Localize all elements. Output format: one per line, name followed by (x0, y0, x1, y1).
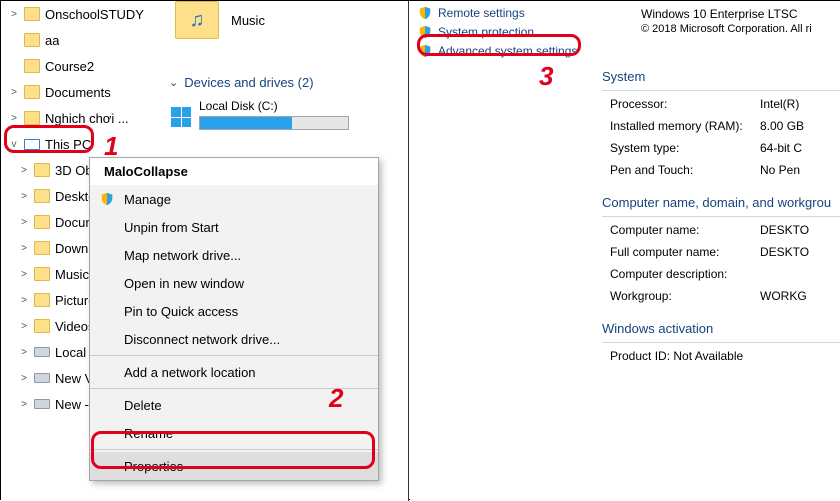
row-computer-name: Computer name:DESKTO (610, 223, 840, 245)
ctx-disconnect[interactable]: Disconnect network drive... (90, 325, 378, 353)
annotation-3: 3 (539, 61, 553, 92)
group-system: System (602, 69, 840, 84)
row-full-computer-name: Full computer name:DESKTO (610, 245, 840, 267)
pc-icon (24, 139, 40, 150)
link-remote-settings[interactable]: Remote settings (418, 3, 577, 22)
context-menu: MaloCollapse Manage Unpin from Start Map… (89, 157, 379, 481)
drive-usage-bar (199, 116, 349, 130)
drive-title: Local Disk (C:) (199, 99, 389, 113)
shield-icon (98, 192, 116, 206)
chevron-down-icon: ⌄ (169, 76, 178, 89)
system-properties-pane: Remote settings System protection Advanc… (410, 1, 840, 501)
music-folder-item[interactable]: ♫ Music (175, 1, 265, 39)
ctx-properties[interactable]: Properties (90, 452, 378, 480)
folder-icon (34, 163, 50, 177)
windows-icon (171, 107, 191, 127)
folder-icon (24, 7, 40, 21)
ctx-pin-quick[interactable]: Pin to Quick access (90, 297, 378, 325)
system-info: System Processor:Intel(R) Installed memo… (610, 65, 840, 371)
link-system-protection[interactable]: System protection (418, 22, 577, 41)
separator (90, 355, 378, 356)
shield-icon (418, 6, 432, 20)
group-activation: Windows activation (602, 321, 840, 336)
separator (602, 216, 840, 217)
row-ram: Installed memory (RAM):8.00 GB (610, 119, 840, 141)
row-processor: Processor:Intel(R) (610, 97, 840, 119)
disk-icon (34, 399, 50, 409)
folder-icon (24, 85, 40, 99)
explorer-pane: >OnschoolSTUDY aa Course2 >Documents >Ng… (1, 1, 409, 501)
separator (602, 90, 840, 91)
control-panel-links: Remote settings System protection Advanc… (418, 3, 577, 60)
folder-icon (24, 111, 40, 125)
music-note-icon: ♫ (190, 9, 205, 32)
ctx-open-new[interactable]: Open in new window (90, 269, 378, 297)
ctx-unpin[interactable]: Unpin from Start (90, 213, 378, 241)
windows-copyright: © 2018 Microsoft Corporation. All ri (641, 23, 840, 35)
row-system-type: System type:64-bit C (610, 141, 840, 163)
row-pen-touch: Pen and Touch:No Pen (610, 163, 840, 185)
nav-item-onschoolstudy[interactable]: >OnschoolSTUDY (1, 1, 159, 27)
ctx-rename[interactable]: Rename (90, 419, 378, 447)
nav-item-course2[interactable]: Course2 (1, 53, 159, 79)
annotation-1: 1 (104, 131, 118, 162)
folder-icon (34, 189, 50, 203)
music-folder-icon: ♫ (175, 1, 219, 39)
nav-item-aa[interactable]: aa (1, 27, 159, 53)
music-label: Music (231, 13, 265, 28)
nav-item-thispc[interactable]: vThis PC (1, 131, 159, 157)
row-product-id: Product ID: Not Available (610, 349, 840, 371)
row-workgroup: Workgroup:WORKG (610, 289, 840, 311)
ctx-map-drive[interactable]: Map network drive... (90, 241, 378, 269)
row-computer-desc: Computer description: (610, 267, 840, 289)
ctx-manage[interactable]: Manage (90, 185, 378, 213)
folder-icon (24, 59, 40, 73)
annotation-2: 2 (329, 383, 343, 414)
shield-icon (418, 44, 432, 58)
shield-icon (418, 25, 432, 39)
drive-item-localdisk[interactable]: Local Disk (C:) (199, 99, 389, 130)
folder-icon (34, 293, 50, 307)
folder-icon (34, 319, 50, 333)
windows-edition-block: Windows 10 Enterprise LTSC © 2018 Micros… (641, 7, 840, 35)
nav-item-documents[interactable]: >Documents (1, 79, 159, 105)
devices-section-header[interactable]: ⌄ Devices and drives (2) (169, 75, 314, 90)
folder-icon (24, 33, 40, 47)
ctx-add-net-loc[interactable]: Add a network location (90, 358, 378, 386)
nav-item-nghichchoi[interactable]: >Nghich chơi ... (1, 105, 159, 131)
folder-icon (34, 267, 50, 281)
group-computer-name: Computer name, domain, and workgrou (602, 195, 840, 210)
folder-icon (34, 215, 50, 229)
context-menu-header: MaloCollapse (90, 158, 378, 185)
windows-edition: Windows 10 Enterprise LTSC (641, 7, 840, 21)
link-advanced-system-settings[interactable]: Advanced system settings (418, 41, 577, 60)
disk-icon (34, 373, 50, 383)
separator (90, 449, 378, 450)
folder-icon (34, 241, 50, 255)
separator (602, 342, 840, 343)
disk-icon (34, 347, 50, 357)
